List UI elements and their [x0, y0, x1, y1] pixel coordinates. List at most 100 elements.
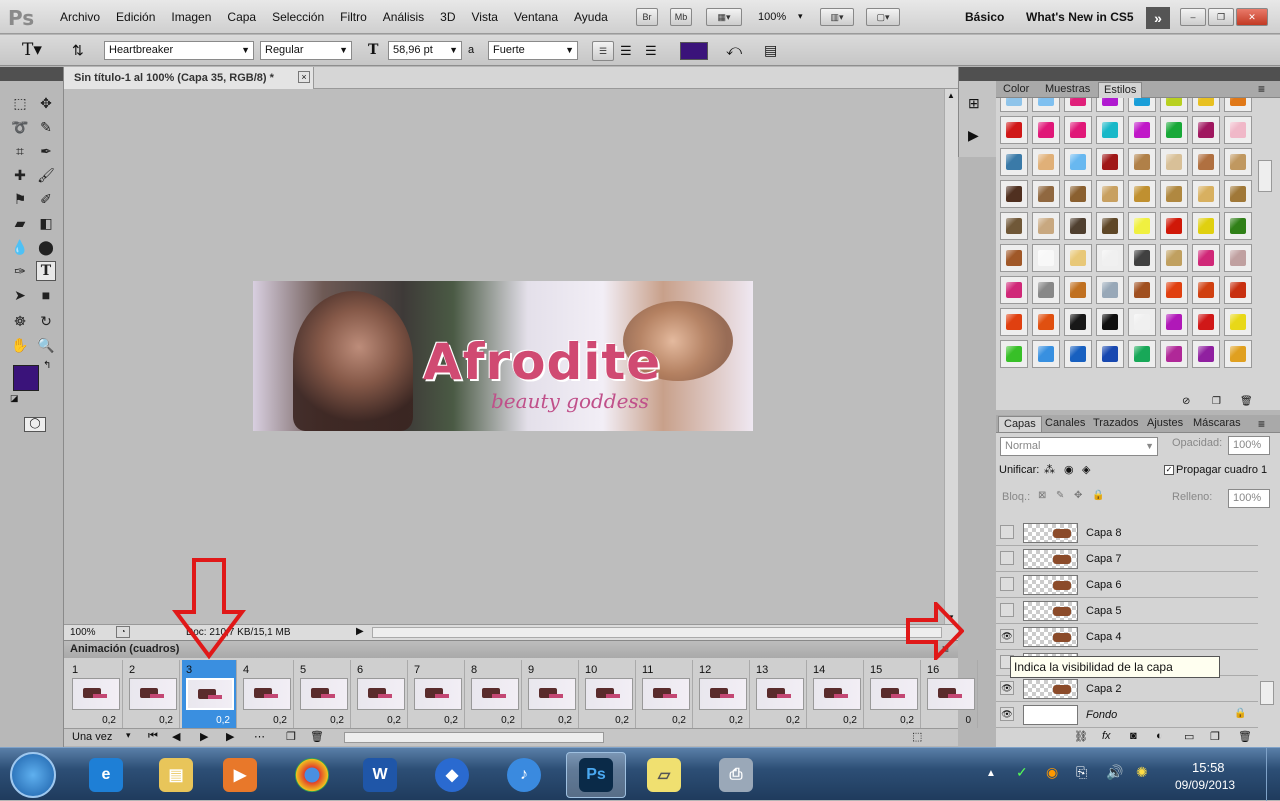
style-swatch[interactable] — [1160, 308, 1188, 336]
visibility-eye-icon[interactable]: 👁 — [1000, 707, 1014, 721]
style-swatch[interactable] — [1160, 98, 1188, 112]
menu-seleccion[interactable]: Selección — [264, 10, 332, 24]
font-style-select[interactable]: Regular ▼ — [260, 41, 352, 60]
animation-frame[interactable]: 5 0,2 — [296, 660, 351, 728]
status-zoom[interactable]: 100% — [70, 627, 96, 638]
style-swatch[interactable] — [1000, 116, 1028, 144]
style-swatch[interactable] — [1160, 148, 1188, 176]
zoom-chevron-icon[interactable]: ▾ — [798, 11, 803, 22]
style-swatch[interactable] — [1128, 244, 1156, 272]
style-swatch[interactable] — [1096, 116, 1124, 144]
banner-image[interactable]: Afrodite beauty goddess — [253, 281, 753, 431]
warp-text-icon[interactable]: ⤺ — [726, 42, 742, 59]
type-tool-icon[interactable]: T — [36, 261, 56, 281]
restore-icon[interactable]: ❐ — [1208, 8, 1234, 26]
menu-archivo[interactable]: Archivo — [52, 10, 108, 24]
style-swatch[interactable] — [1000, 148, 1028, 176]
menu-capa[interactable]: Capa — [219, 10, 264, 24]
style-swatch[interactable] — [1064, 212, 1092, 240]
frame-duration[interactable]: 0,2 — [786, 715, 800, 726]
lasso-tool-icon[interactable]: ➰ — [10, 117, 30, 137]
style-swatch[interactable] — [1192, 98, 1220, 112]
screen-mode-icon[interactable]: ▢▾ — [866, 8, 900, 26]
orientation-toggle-icon[interactable]: ⇅ — [72, 42, 84, 59]
clear-style-icon[interactable]: ⊘ — [1182, 396, 1190, 407]
taskbar-chrome-icon[interactable] — [282, 752, 342, 798]
animation-frame[interactable]: 2 0,2 — [125, 660, 180, 728]
style-swatch[interactable] — [1032, 212, 1060, 240]
layer-row[interactable]: Capa 5 — [996, 598, 1258, 624]
style-swatch[interactable] — [1192, 276, 1220, 304]
status-arrow-icon[interactable]: ▶ — [356, 626, 364, 637]
style-swatch[interactable] — [1192, 308, 1220, 336]
frame-duration[interactable]: 0,2 — [672, 715, 686, 726]
delete-frame-icon[interactable]: 🗑 — [310, 730, 324, 743]
tray-icon-1[interactable]: ✓ — [1016, 764, 1028, 781]
minimize-icon[interactable]: – — [1180, 8, 1206, 26]
marquee-tool-icon[interactable]: ⬚ — [10, 93, 30, 113]
style-swatch[interactable] — [1224, 340, 1252, 368]
styles-scrollbar[interactable] — [1258, 160, 1272, 192]
taskbar-sticky-notes-icon[interactable]: ▱ — [634, 752, 694, 798]
style-swatch[interactable] — [1224, 98, 1252, 112]
menu-imagen[interactable]: Imagen — [163, 10, 219, 24]
visibility-eye-icon[interactable] — [1000, 551, 1014, 565]
frame-duration[interactable]: 0,2 — [729, 715, 743, 726]
style-swatch[interactable] — [1128, 308, 1156, 336]
tray-network-icon[interactable]: ✺ — [1136, 764, 1148, 781]
animation-frame[interactable]: 7 0,2 — [410, 660, 465, 728]
style-swatch[interactable] — [1000, 98, 1028, 112]
animation-frame[interactable]: 16 0 — [923, 660, 978, 728]
frame-duration[interactable]: 0,2 — [558, 715, 572, 726]
tab-trazados[interactable]: Trazados — [1088, 416, 1143, 432]
clock-time[interactable]: 15:58 — [1192, 760, 1225, 775]
fx-icon[interactable]: fx — [1102, 730, 1111, 742]
clone-stamp-icon[interactable]: ⚑ — [10, 189, 30, 209]
layers-scrollbar[interactable] — [1260, 681, 1274, 705]
style-swatch[interactable] — [1032, 180, 1060, 208]
layer-row[interactable]: Capa 7 — [996, 546, 1258, 572]
style-swatch[interactable] — [1224, 244, 1252, 272]
visibility-eye-icon[interactable]: 👁 — [1000, 629, 1014, 643]
style-swatch[interactable] — [1096, 148, 1124, 176]
swap-colors-icon[interactable]: ↰ — [43, 360, 51, 371]
style-swatch[interactable] — [1096, 308, 1124, 336]
taskbar-word-icon[interactable]: W — [350, 752, 410, 798]
align-right-icon[interactable]: ☰ — [645, 43, 657, 59]
tab-mascaras[interactable]: Máscaras — [1188, 416, 1246, 432]
style-swatch[interactable] — [1128, 116, 1156, 144]
visibility-eye-icon[interactable] — [1000, 577, 1014, 591]
frame-duration[interactable]: 0,2 — [387, 715, 401, 726]
bridge-button[interactable]: Br — [636, 8, 658, 26]
style-swatch[interactable] — [1000, 340, 1028, 368]
unify-position-icon[interactable]: ⁂ — [1044, 463, 1055, 476]
style-swatch[interactable] — [1128, 98, 1156, 112]
style-swatch[interactable] — [1160, 116, 1188, 144]
tab-canales[interactable]: Canales — [1040, 416, 1090, 432]
start-button[interactable] — [10, 752, 56, 798]
new-group-icon[interactable]: ▭ — [1184, 730, 1194, 743]
status-menu-icon[interactable]: ◔ — [116, 626, 130, 638]
frames-scrollbar[interactable] — [344, 732, 604, 743]
style-swatch[interactable] — [1160, 276, 1188, 304]
style-swatch[interactable] — [1192, 116, 1220, 144]
character-panel-icon[interactable]: ▤ — [764, 42, 777, 59]
animation-frame[interactable]: 3 0,2 — [182, 660, 237, 728]
arrange-docs-icon[interactable]: ▥▾ — [820, 8, 854, 26]
document-tab[interactable]: Sin título-1 al 100% (Capa 35, RGB/8) * … — [64, 67, 314, 89]
quick-mask-icon[interactable]: ◯ — [24, 417, 46, 432]
prev-frame-icon[interactable]: ◀ — [172, 730, 180, 743]
frame-duration[interactable]: 0,2 — [615, 715, 629, 726]
style-swatch[interactable] — [1160, 244, 1188, 272]
text-color-swatch[interactable] — [680, 42, 708, 60]
taskbar-ie-icon[interactable]: e — [76, 752, 136, 798]
3d-orbit-icon[interactable]: ↻ — [36, 311, 56, 331]
animation-frame[interactable]: 4 0,2 — [239, 660, 294, 728]
frame-duration[interactable]: 0,2 — [444, 715, 458, 726]
menu-ventana[interactable]: Ventana — [506, 10, 566, 24]
style-swatch[interactable] — [1224, 148, 1252, 176]
style-swatch[interactable] — [1096, 98, 1124, 112]
tab-estilos[interactable]: Estilos — [1098, 82, 1143, 98]
style-swatch[interactable] — [1224, 276, 1252, 304]
blur-tool-icon[interactable]: 💧 — [10, 237, 30, 257]
